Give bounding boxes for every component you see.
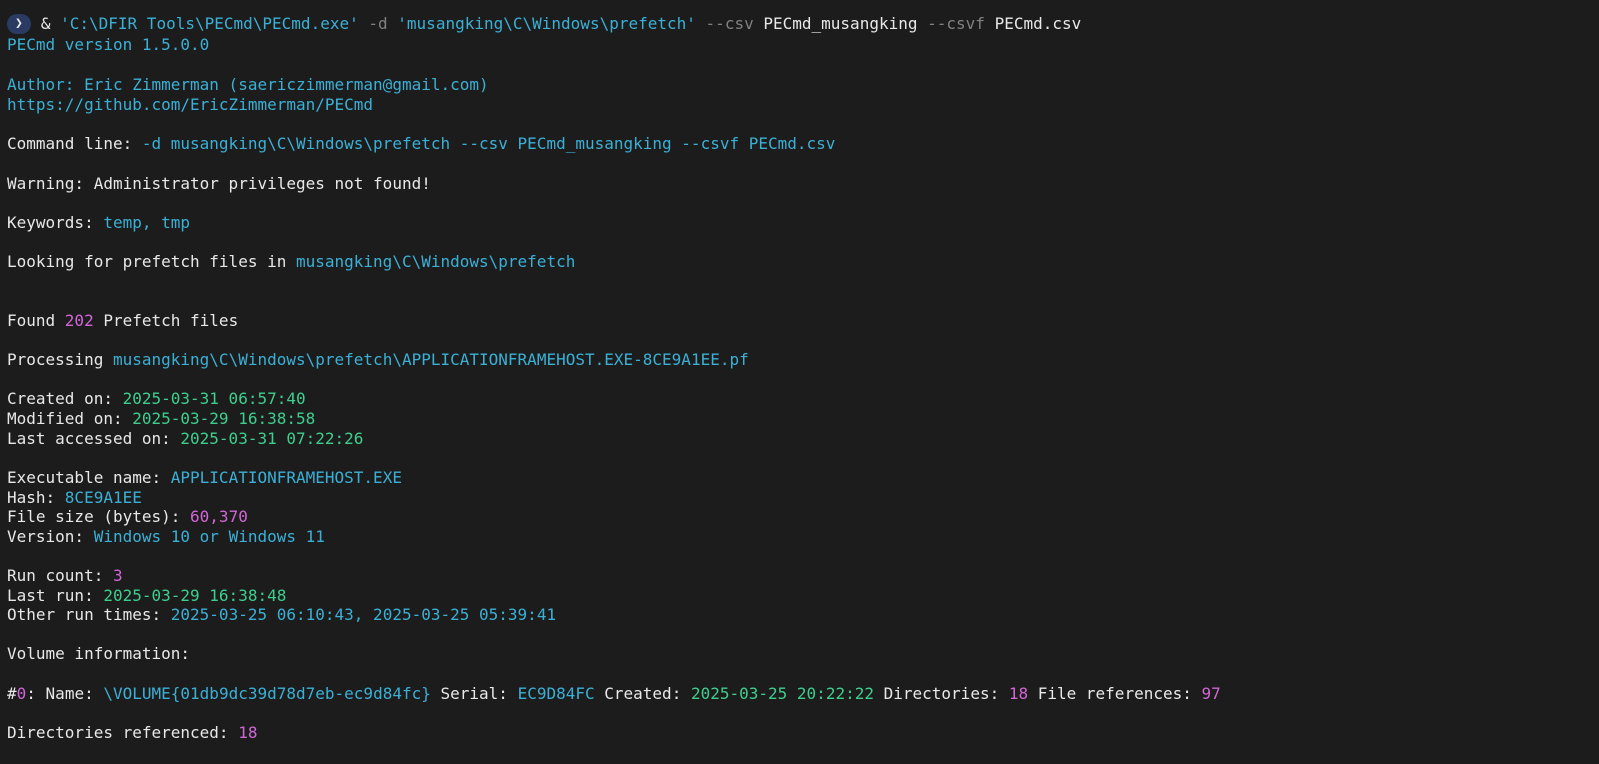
csvf-arg: PECmd.csv xyxy=(994,14,1082,33)
keywords-value: temp, tmp xyxy=(103,213,191,232)
author-line: Author: Eric Zimmerman (saericzimmerman@… xyxy=(7,75,489,94)
last-run-label: Last run: xyxy=(7,586,104,605)
version-line: PECmd version 1.5.0.0 xyxy=(7,35,210,54)
version-info-line: Version: Windows 10 or Windows 11 xyxy=(7,527,325,547)
volume-serial-value: EC9D84FC xyxy=(517,684,595,703)
other-run-label: Other run times: xyxy=(7,605,171,624)
warning-line: Warning: Administrator privileges not fo… xyxy=(7,174,431,193)
run-count-label: Run count: xyxy=(7,566,113,585)
processing-label: Processing xyxy=(7,350,113,369)
exe-name-value: APPLICATIONFRAMEHOST.EXE xyxy=(170,468,402,487)
flag-csvf: --csvf xyxy=(927,14,985,33)
volume-dirs-value: 18 xyxy=(1008,684,1029,703)
command-line-value: -d musangking\C\Windows\prefetch --csv P… xyxy=(141,134,836,153)
looking-line: Looking for prefetch files in musangking… xyxy=(7,252,575,272)
volume-hash: # xyxy=(7,684,17,703)
prompt-chevron-icon: ❯ xyxy=(7,14,31,34)
looking-label: Looking for prefetch files in xyxy=(7,252,296,271)
flag-csv: --csv xyxy=(705,14,754,33)
found-line: Found 202 Prefetch files xyxy=(7,311,238,331)
volume-serial-label: Serial: xyxy=(430,684,518,703)
volume-index: 0 xyxy=(16,684,27,703)
file-size-label: File size (bytes): xyxy=(7,507,191,526)
accessed-line: Last accessed on: 2025-03-31 07:22:26 xyxy=(7,429,363,449)
volume-dirs-label: Directories: xyxy=(873,684,1009,703)
keywords-label: Keywords: xyxy=(7,213,104,232)
other-run-value: 2025-03-25 06:10:43, 2025-03-25 05:39:41 xyxy=(170,605,557,624)
version-info-value: Windows 10 or Windows 11 xyxy=(93,527,325,546)
prompt-line: ❯ & 'C:\DFIR Tools\PECmd\PECmd.exe' -d 'm… xyxy=(7,14,1081,34)
created-label: Created on: xyxy=(7,389,123,408)
exe-name-label: Executable name: xyxy=(7,468,171,487)
keywords-line: Keywords: temp, tmp xyxy=(7,213,190,233)
file-size-line: File size (bytes): 60,370 xyxy=(7,507,248,527)
modified-value: 2025-03-29 16:38:58 xyxy=(132,409,316,428)
call-operator: & xyxy=(40,14,51,33)
processing-value: musangking\C\Windows\prefetch\APPLICATIO… xyxy=(112,350,749,369)
processing-line: Processing musangking\C\Windows\prefetch… xyxy=(7,350,749,370)
run-count-value: 3 xyxy=(112,566,123,585)
last-run-value: 2025-03-29 16:38:48 xyxy=(103,586,287,605)
modified-line: Modified on: 2025-03-29 16:38:58 xyxy=(7,409,315,429)
command-line-label: Command line: xyxy=(7,134,142,153)
volume-name-value: \VOLUME{01db9dc39d78d7eb-ec9d84fc} xyxy=(103,684,431,703)
volume-refs-label: File references: xyxy=(1028,684,1202,703)
other-run-line: Other run times: 2025-03-25 06:10:43, 20… xyxy=(7,605,556,625)
volume-created-label: Created: xyxy=(594,684,691,703)
found-count: 202 xyxy=(64,311,94,330)
modified-label: Modified on: xyxy=(7,409,133,428)
dirs-referenced-value: 18 xyxy=(238,723,258,742)
volume-name-label: : Name: xyxy=(26,684,104,703)
looking-value: musangking\C\Windows\prefetch xyxy=(295,252,576,271)
terminal-window[interactable]: ❯ & 'C:\DFIR Tools\PECmd\PECmd.exe' -d 'm… xyxy=(0,0,1599,764)
hash-line: Hash: 8CE9A1EE xyxy=(7,488,142,508)
run-count-line: Run count: 3 xyxy=(7,566,123,586)
github-url: https://github.com/EricZimmerman/PECmd xyxy=(7,95,374,114)
hash-label: Hash: xyxy=(7,488,65,507)
volume-line: #0: Name: \VOLUME{01db9dc39d78d7eb-ec9d8… xyxy=(7,684,1221,704)
file-size-value: 60,370 xyxy=(190,507,248,526)
last-run-line: Last run: 2025-03-29 16:38:48 xyxy=(7,586,286,606)
accessed-value: 2025-03-31 07:22:26 xyxy=(180,429,364,448)
dirs-referenced-line: Directories referenced: 18 xyxy=(7,723,257,743)
created-line: Created on: 2025-03-31 06:57:40 xyxy=(7,389,306,409)
flag-d: -d xyxy=(368,14,388,33)
exe-path: 'C:\DFIR Tools\PECmd\PECmd.exe' xyxy=(60,14,359,33)
accessed-label: Last accessed on: xyxy=(7,429,181,448)
version-info-label: Version: xyxy=(7,527,94,546)
command-line: Command line: -d musangking\C\Windows\pr… xyxy=(7,134,835,154)
dirs-referenced-label: Directories referenced: xyxy=(7,723,239,742)
hash-value: 8CE9A1EE xyxy=(64,488,142,507)
found-suffix: Prefetch files xyxy=(93,311,239,330)
dir-arg: 'musangking\C\Windows\prefetch' xyxy=(397,14,696,33)
volume-header: Volume information: xyxy=(7,644,191,663)
volume-created-value: 2025-03-25 20:22:22 xyxy=(690,684,874,703)
exe-name-line: Executable name: APPLICATIONFRAMEHOST.EX… xyxy=(7,468,402,488)
found-prefix: Found xyxy=(7,311,65,330)
volume-refs-value: 97 xyxy=(1201,684,1221,703)
created-value: 2025-03-31 06:57:40 xyxy=(122,389,306,408)
csv-arg: PECmd_musangking xyxy=(763,14,918,33)
